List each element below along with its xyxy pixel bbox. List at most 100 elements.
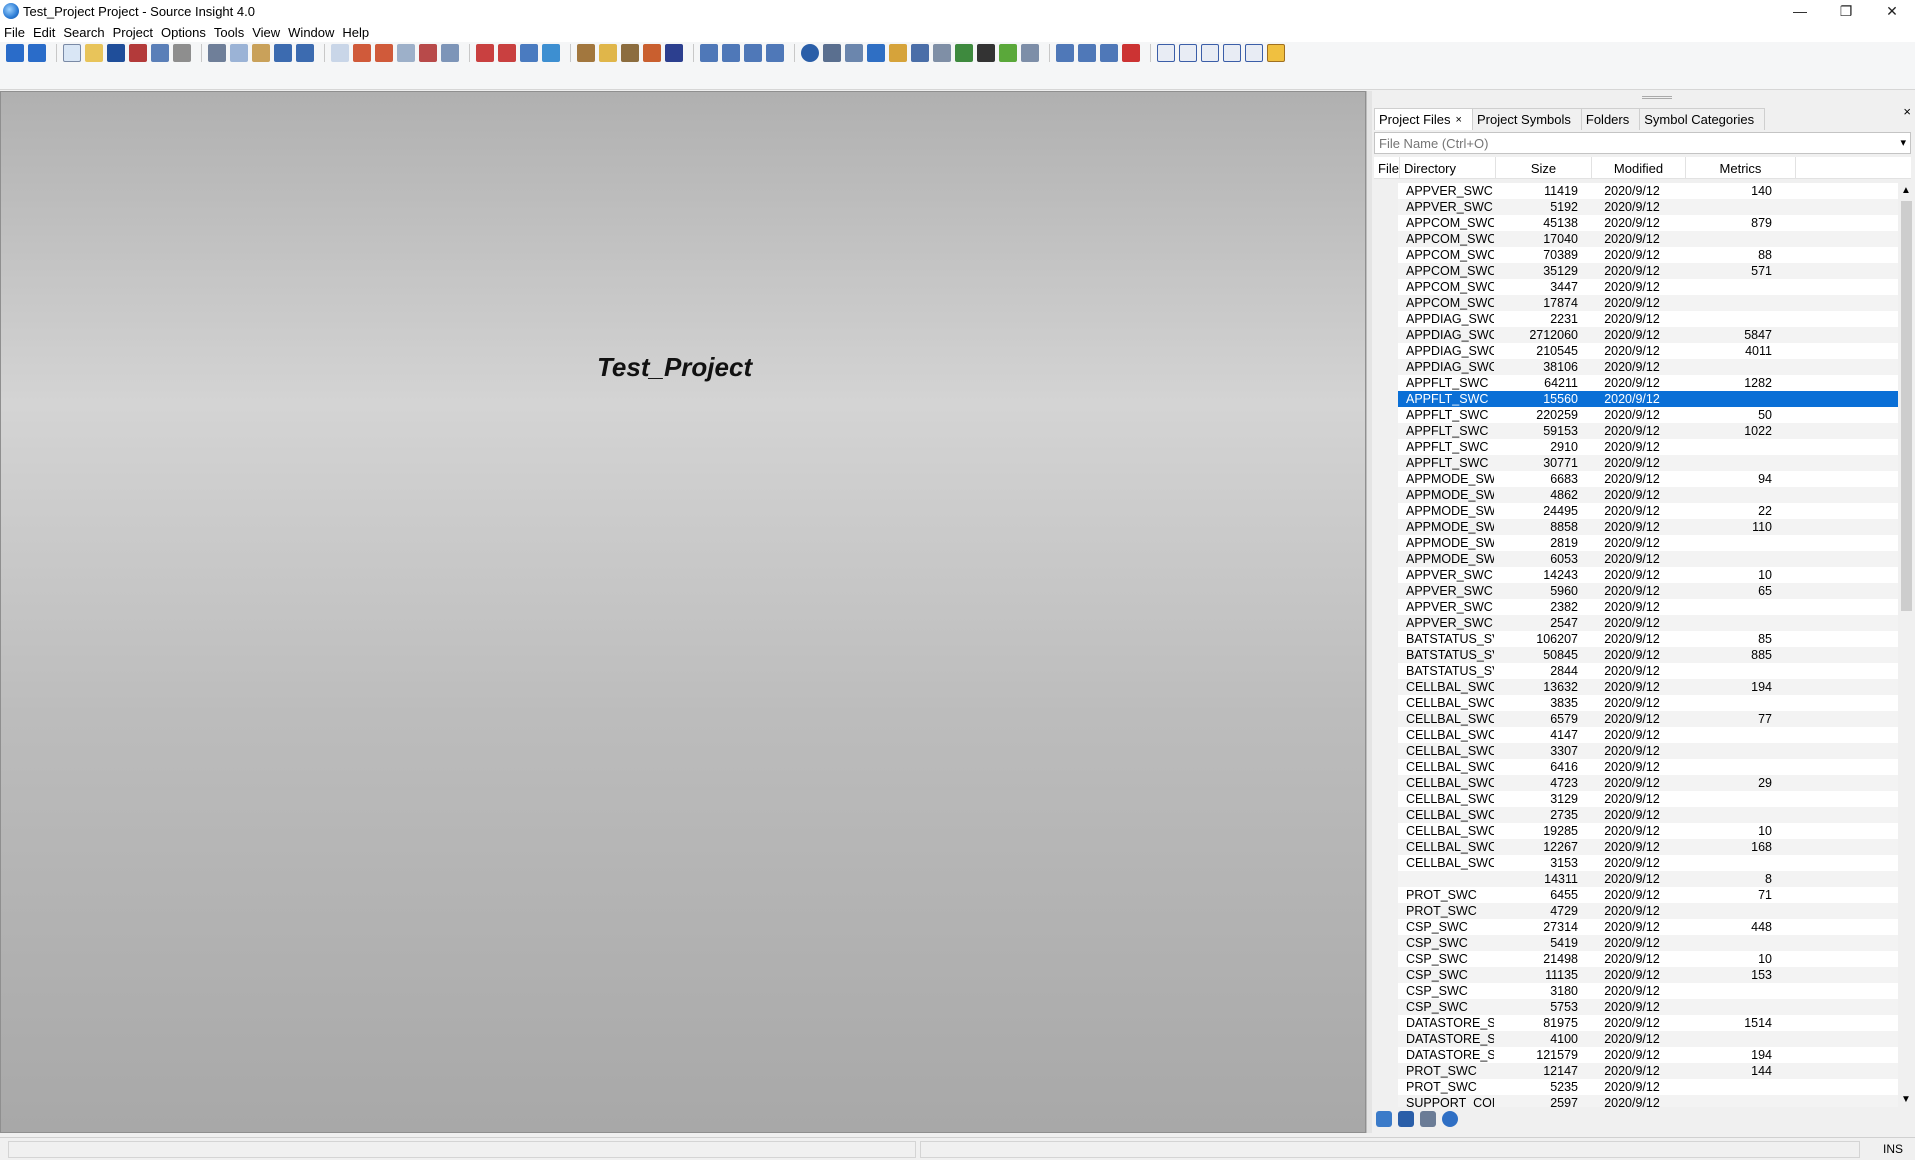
format-f-icon[interactable] xyxy=(1267,44,1285,62)
insert-icon[interactable] xyxy=(1078,44,1096,62)
file-row[interactable]: APPCOM_SWC 17874 2020/9/12 xyxy=(1398,295,1898,311)
file-row[interactable]: CELLBAL_SWC 13632 2020/9/12 194 xyxy=(1398,679,1898,695)
format-a-icon[interactable] xyxy=(1157,44,1175,62)
file-row[interactable]: APPFLT_SWC 220259 2020/9/12 50 xyxy=(1398,407,1898,423)
file-row[interactable]: APPMODE_SW 8858 2020/9/12 110 xyxy=(1398,519,1898,535)
save-icon[interactable] xyxy=(107,44,125,62)
column-directory[interactable]: Directory xyxy=(1400,157,1496,179)
file-row[interactable]: DATASTORE_S\ 121579 2020/9/12 194 xyxy=(1398,1047,1898,1063)
menu-view[interactable]: View xyxy=(252,25,280,40)
file-row[interactable]: DATASTORE_S\ 81975 2020/9/12 1514 xyxy=(1398,1015,1898,1031)
back-icon[interactable] xyxy=(6,44,24,62)
file-row[interactable]: APPCOM_SWC 70389 2020/9/12 88 xyxy=(1398,247,1898,263)
project-icon[interactable] xyxy=(801,44,819,62)
bookmark-icon[interactable] xyxy=(476,44,494,62)
minimize-button[interactable]: — xyxy=(1777,0,1823,22)
file-row[interactable]: APPDIAG_SWC 210545 2020/9/12 4011 xyxy=(1398,343,1898,359)
scroll-thumb[interactable] xyxy=(1901,201,1912,611)
panel-grip[interactable] xyxy=(1372,91,1915,105)
file-row[interactable]: CELLBAL_SWC 4723 2020/9/12 29 xyxy=(1398,775,1898,791)
project-window-icon[interactable] xyxy=(823,44,841,62)
file-row[interactable]: CSP_SWC 5753 2020/9/12 xyxy=(1398,999,1898,1015)
file-row[interactable]: APPCOM_SWC 17040 2020/9/12 xyxy=(1398,231,1898,247)
menu-tools[interactable]: Tools xyxy=(214,25,244,40)
copy-icon[interactable] xyxy=(230,44,248,62)
tab-close-icon[interactable]: × xyxy=(1456,114,1462,126)
relation-window-icon[interactable] xyxy=(889,44,907,62)
format-b-icon[interactable] xyxy=(1179,44,1197,62)
column-size[interactable]: Size xyxy=(1496,157,1592,179)
print-icon[interactable] xyxy=(173,44,191,62)
chevron-down-icon[interactable]: ▾ xyxy=(1900,136,1906,149)
outline-icon[interactable] xyxy=(845,44,863,62)
file-row[interactable]: CELLBAL_SWC 3129 2020/9/12 xyxy=(1398,791,1898,807)
file-row[interactable]: APPVER_SWC 5960 2020/9/12 65 xyxy=(1398,583,1898,599)
file-row[interactable]: BATSTATUS_SV 50845 2020/9/12 885 xyxy=(1398,647,1898,663)
add-icon[interactable] xyxy=(1056,44,1074,62)
snippet-icon[interactable] xyxy=(933,44,951,62)
file-row[interactable]: APPMODE_SW 6683 2020/9/12 94 xyxy=(1398,471,1898,487)
layout-icon[interactable] xyxy=(700,44,718,62)
column-modified[interactable]: Modified xyxy=(1592,157,1686,179)
file-row[interactable]: APPCOM_SWC 35129 2020/9/12 571 xyxy=(1398,263,1898,279)
tab-project-files[interactable]: Project Files × xyxy=(1374,108,1473,130)
menu-file[interactable]: File xyxy=(4,25,25,40)
context-icon[interactable] xyxy=(867,44,885,62)
file-row[interactable]: CSP_SWC 3180 2020/9/12 xyxy=(1398,983,1898,999)
open-folder-icon[interactable] xyxy=(85,44,103,62)
find-icon[interactable] xyxy=(331,44,349,62)
file-row[interactable]: APPVER_SWC 5192 2020/9/12 xyxy=(1398,199,1898,215)
jump-icon[interactable] xyxy=(520,44,538,62)
tab-project-symbols[interactable]: Project Symbols xyxy=(1471,108,1582,130)
file-row[interactable]: APPFLT_SWC 59153 2020/9/12 1022 xyxy=(1398,423,1898,439)
sync-icon[interactable] xyxy=(542,44,560,62)
file-row[interactable]: CELLBAL_SWC 12267 2020/9/12 168 xyxy=(1398,839,1898,855)
scroll-down-icon[interactable]: ▼ xyxy=(1901,1094,1911,1105)
split-v-icon[interactable] xyxy=(744,44,762,62)
format-e-icon[interactable] xyxy=(1245,44,1263,62)
search-files-icon[interactable] xyxy=(397,44,415,62)
bird-icon[interactable] xyxy=(977,44,995,62)
close-button[interactable]: ✕ xyxy=(1869,0,1915,22)
clip-icon[interactable] xyxy=(911,44,929,62)
scroll-up-icon[interactable]: ▲ xyxy=(1901,185,1911,196)
split-h-icon[interactable] xyxy=(722,44,740,62)
lookup-references-icon[interactable] xyxy=(441,44,459,62)
indent-icon[interactable] xyxy=(1100,44,1118,62)
find-down-icon[interactable] xyxy=(375,44,393,62)
file-row[interactable]: APPVER_SWC 14243 2020/9/12 10 xyxy=(1398,567,1898,583)
file-row[interactable]: CSP_SWC 21498 2020/9/12 10 xyxy=(1398,951,1898,967)
sync-files-icon[interactable] xyxy=(1376,1111,1392,1127)
panel-close-icon[interactable]: × xyxy=(1903,104,1911,119)
file-row[interactable]: APPDIAG_SWC 38106 2020/9/12 xyxy=(1398,359,1898,375)
file-row[interactable]: CELLBAL_SWC 4147 2020/9/12 xyxy=(1398,727,1898,743)
maximize-button[interactable]: ❐ xyxy=(1823,0,1869,22)
gear-icon[interactable] xyxy=(1442,1111,1458,1127)
file-row[interactable]: APPMODE_SW 4862 2020/9/12 xyxy=(1398,487,1898,503)
column-metrics[interactable]: Metrics xyxy=(1686,157,1796,179)
file-row[interactable]: CELLBAL_SWC 2735 2020/9/12 xyxy=(1398,807,1898,823)
grid-icon[interactable] xyxy=(1021,44,1039,62)
menu-project[interactable]: Project xyxy=(113,25,153,40)
relation-icon[interactable] xyxy=(665,44,683,62)
file-row[interactable]: APPVER_SWC 2547 2020/9/12 xyxy=(1398,615,1898,631)
file-row[interactable]: PROT_SWC 5235 2020/9/12 xyxy=(1398,1079,1898,1095)
project-settings-icon[interactable] xyxy=(1398,1111,1414,1127)
file-row[interactable]: SUPPORT_CON 2597 2020/9/12 xyxy=(1398,1095,1898,1107)
delete-icon[interactable] xyxy=(1122,44,1140,62)
file-row[interactable]: APPVER_SWC 11419 2020/9/12 140 xyxy=(1398,183,1898,199)
file-row[interactable]: PROT_SWC 12147 2020/9/12 144 xyxy=(1398,1063,1898,1079)
file-row[interactable]: APPFLT_SWC 64211 2020/9/12 1282 xyxy=(1398,375,1898,391)
tab-folders[interactable]: Folders xyxy=(1580,108,1641,130)
menu-window[interactable]: Window xyxy=(288,25,334,40)
column-file[interactable]: File xyxy=(1374,157,1400,179)
file-list-scrollbar[interactable]: ▲ ▼ xyxy=(1898,183,1915,1107)
file-row[interactable]: BATSTATUS_SV 2844 2020/9/12 xyxy=(1398,663,1898,679)
symbol-window-icon[interactable] xyxy=(599,44,617,62)
file-row[interactable]: APPVER_SWC 2382 2020/9/12 xyxy=(1398,599,1898,615)
menu-search[interactable]: Search xyxy=(63,25,104,40)
bookmark-list-icon[interactable] xyxy=(498,44,516,62)
file-row[interactable]: APPDIAG_SWC 2231 2020/9/12 xyxy=(1398,311,1898,327)
menu-help[interactable]: Help xyxy=(342,25,369,40)
format-c-icon[interactable] xyxy=(1201,44,1219,62)
